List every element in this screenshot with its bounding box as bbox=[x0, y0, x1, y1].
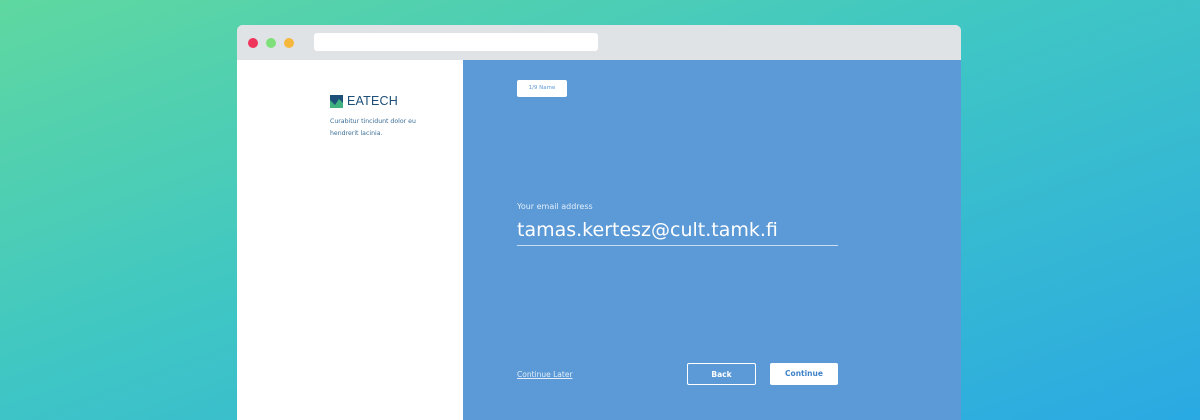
email-input[interactable] bbox=[517, 215, 838, 246]
maximize-dot[interactable] bbox=[266, 38, 276, 48]
brand-panel: EATECH Curabitur tincidunt dolor eu hend… bbox=[237, 60, 463, 420]
close-dot[interactable] bbox=[248, 38, 258, 48]
browser-window: EATECH Curabitur tincidunt dolor eu hend… bbox=[237, 25, 961, 420]
email-label: Your email address bbox=[517, 202, 593, 211]
brand-name: EATECH bbox=[347, 94, 398, 109]
form-panel: 1/9 Name Your email address Continue Lat… bbox=[463, 60, 961, 420]
mountain-logo-icon bbox=[330, 95, 343, 108]
brand-tagline: Curabitur tincidunt dolor eu hendrerit l… bbox=[330, 118, 416, 137]
minimize-dot[interactable] bbox=[284, 38, 294, 48]
step-indicator: 1/9 Name bbox=[517, 80, 567, 97]
continue-button[interactable]: Continue bbox=[770, 363, 838, 385]
title-bar bbox=[237, 25, 961, 60]
logo: EATECH bbox=[330, 95, 398, 108]
address-bar[interactable] bbox=[314, 33, 598, 51]
back-button[interactable]: Back bbox=[687, 363, 756, 385]
continue-later-link[interactable]: Continue Later bbox=[517, 370, 573, 379]
